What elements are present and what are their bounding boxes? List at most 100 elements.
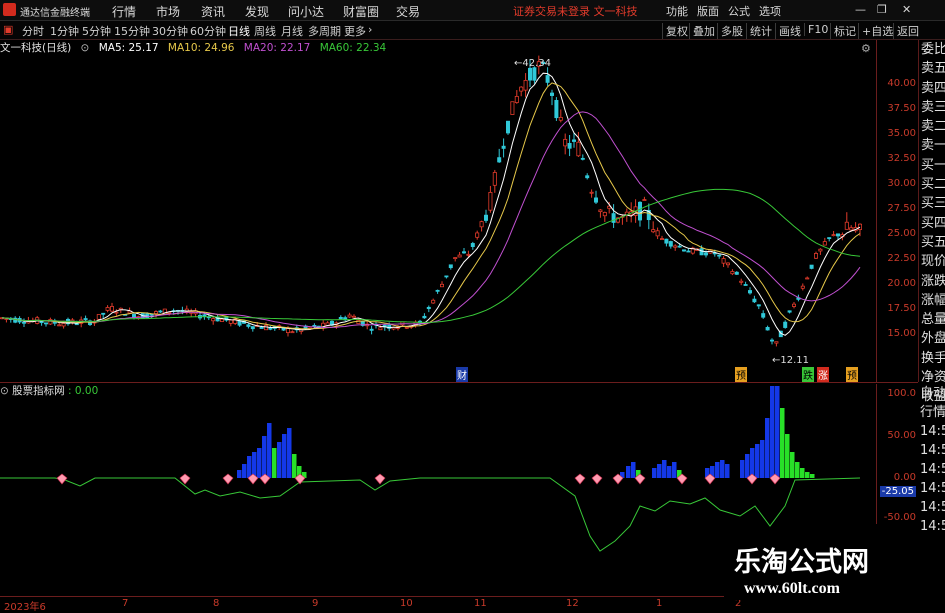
period-more[interactable]: 更多 bbox=[344, 23, 366, 39]
indicator-bar bbox=[257, 448, 262, 478]
marker-die[interactable]: 跌 bbox=[802, 367, 814, 382]
candle-body bbox=[756, 304, 761, 307]
period-60min[interactable]: 60分钟 bbox=[190, 23, 226, 39]
candle-body bbox=[250, 326, 255, 330]
marker-yu-2[interactable]: 预 bbox=[846, 367, 858, 382]
indicator-bar bbox=[237, 470, 242, 478]
period-week[interactable]: 周线 bbox=[254, 23, 276, 39]
candle-body bbox=[105, 307, 110, 311]
candlestick-chart[interactable] bbox=[0, 40, 876, 382]
side-label: 买五 bbox=[921, 234, 945, 250]
period-15min[interactable]: 15分钟 bbox=[114, 23, 150, 39]
candle-body bbox=[664, 238, 669, 244]
date-tick: 11 bbox=[474, 598, 487, 609]
side-label: 买四 bbox=[921, 215, 945, 231]
candle-body bbox=[96, 314, 101, 320]
indicator-bar bbox=[631, 462, 636, 478]
period-day[interactable]: 日线 bbox=[228, 23, 250, 39]
candle-body bbox=[444, 275, 449, 278]
indicator-bar bbox=[765, 418, 770, 478]
candle-body bbox=[312, 324, 317, 327]
menu-shichang[interactable]: 市场 bbox=[156, 3, 180, 20]
side-label-2: 14:50 bbox=[920, 519, 945, 534]
indicator-bar bbox=[725, 464, 730, 478]
indicator-tick: 0.00 bbox=[893, 472, 916, 483]
candle-body bbox=[466, 253, 471, 256]
candle-body bbox=[787, 310, 792, 313]
signal-diamond-icon bbox=[179, 473, 191, 485]
period-month[interactable]: 月线 bbox=[281, 23, 303, 39]
restore-icon[interactable]: ❐ bbox=[877, 3, 887, 16]
period-multi[interactable]: 多周期 bbox=[308, 23, 341, 39]
candle-body bbox=[589, 191, 594, 194]
candle-body bbox=[686, 250, 691, 253]
period-1min[interactable]: 1分钟 bbox=[50, 23, 79, 39]
period-fenshi[interactable]: 分时 bbox=[22, 23, 44, 39]
tool-duogu[interactable]: 多股 bbox=[717, 23, 743, 39]
indicator-tick: -25.05 bbox=[879, 486, 916, 497]
candle-body bbox=[246, 324, 251, 327]
menu-gongshi[interactable]: 公式 bbox=[728, 3, 750, 19]
side-label-2: 自动 bbox=[920, 386, 945, 401]
tool-fuquan[interactable]: 复权 bbox=[662, 23, 688, 39]
menu-jiaoyi[interactable]: 交易 bbox=[396, 3, 420, 20]
indicator-bar bbox=[785, 434, 790, 478]
candle-body bbox=[602, 212, 607, 217]
price-tick: 35.00 bbox=[887, 128, 916, 139]
close-icon[interactable]: ✕ bbox=[902, 3, 911, 16]
indicator-bar bbox=[745, 454, 750, 478]
app-logo-icon bbox=[3, 3, 16, 16]
watermark-url: www.60lt.com bbox=[744, 580, 840, 597]
candle-body bbox=[338, 316, 343, 320]
marker-cai[interactable]: 财 bbox=[456, 367, 468, 382]
tool-diejia[interactable]: 叠加 bbox=[689, 23, 715, 39]
candle-body bbox=[682, 249, 687, 252]
candle-body bbox=[101, 312, 106, 315]
menu-caifuquan[interactable]: 财富圈 bbox=[343, 3, 379, 20]
menu-faxian[interactable]: 发现 bbox=[245, 3, 269, 20]
tool-huaxian[interactable]: 画线 bbox=[775, 23, 801, 39]
menu-bar: 通达信金融终端 行情 市场 资讯 发现 问小达 财富圈 交易 证券交易未登录 文… bbox=[0, 0, 945, 21]
minimize-icon[interactable]: — bbox=[855, 3, 866, 16]
marker-yu-1[interactable]: 预 bbox=[735, 367, 747, 382]
signal-diamond-icon bbox=[574, 473, 586, 485]
side-label: 换手 bbox=[921, 350, 945, 366]
menu-xuanxiang[interactable]: 选项 bbox=[759, 3, 781, 19]
side-label: 卖一 bbox=[921, 138, 945, 154]
indicator-bar bbox=[760, 440, 765, 478]
period-5min[interactable]: 5分钟 bbox=[82, 23, 111, 39]
candle-body bbox=[453, 257, 458, 259]
menu-banmian[interactable]: 版面 bbox=[697, 3, 719, 19]
candle-body bbox=[743, 284, 748, 286]
marker-zhang[interactable]: 涨 bbox=[817, 367, 829, 382]
pane-divider[interactable] bbox=[0, 382, 918, 383]
side-label-2: 14:50 bbox=[920, 462, 945, 477]
indicator-bar bbox=[247, 456, 252, 478]
period-30min[interactable]: 30分钟 bbox=[152, 23, 188, 39]
candle-body bbox=[158, 310, 163, 313]
candle-body bbox=[439, 283, 444, 288]
quote-side-panel: 委比 卖五 卖四 卖三 卖二 卖一 买一 买二 买三 买四 买五 现价 涨跌 涨幅 总量 外盘 换手 净资 收益 bbox=[918, 40, 945, 404]
tool-biaoji[interactable]: 标记 bbox=[830, 23, 856, 39]
candle-body bbox=[479, 221, 484, 228]
menu-zixun[interactable]: 资讯 bbox=[201, 3, 225, 20]
candle-body bbox=[470, 243, 475, 248]
grid-icon[interactable]: ▣ bbox=[3, 23, 13, 36]
price-tick: 22.50 bbox=[887, 253, 916, 264]
tool-fanhui[interactable]: 返回 bbox=[893, 23, 919, 39]
side-label-2: 14:50 bbox=[920, 481, 945, 496]
tool-f10[interactable]: F10 bbox=[804, 23, 828, 36]
menu-hangqing[interactable]: 行情 bbox=[112, 3, 136, 20]
tool-tongji[interactable]: 统计 bbox=[746, 23, 772, 39]
indicator-bar bbox=[657, 464, 662, 478]
candle-body bbox=[457, 254, 462, 258]
tool-zixuan[interactable]: +自选 bbox=[858, 23, 893, 39]
menu-wenxiaoda[interactable]: 问小达 bbox=[288, 3, 324, 20]
side-label-2: 行情 bbox=[920, 405, 945, 420]
menu-gongneng[interactable]: 功能 bbox=[666, 3, 688, 19]
candle-body bbox=[594, 197, 599, 203]
candle-body bbox=[792, 303, 797, 307]
chevron-right-icon[interactable]: › bbox=[368, 23, 372, 36]
candle-body bbox=[497, 157, 502, 163]
indicator-bar bbox=[780, 408, 785, 478]
